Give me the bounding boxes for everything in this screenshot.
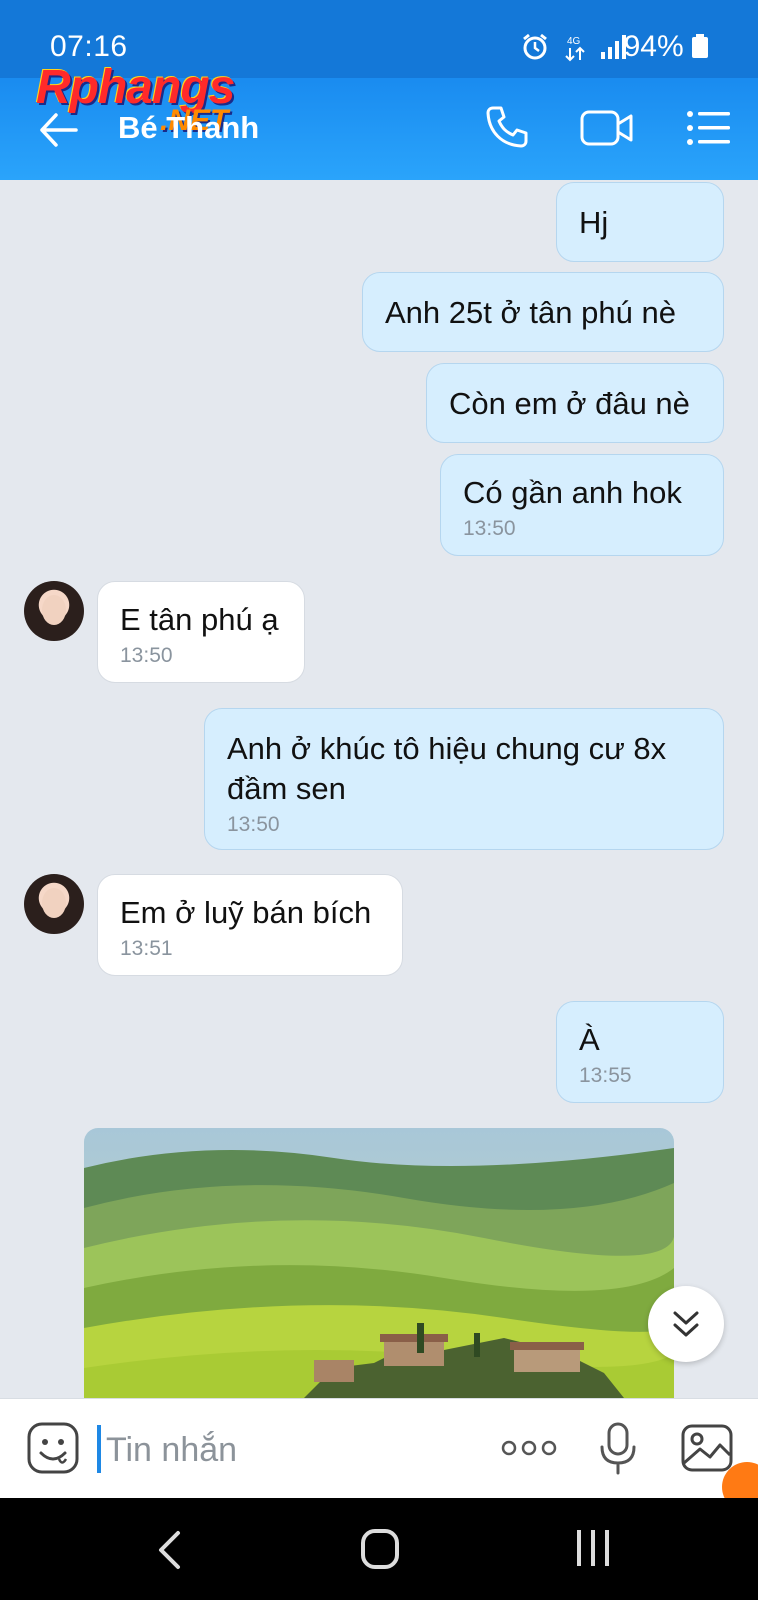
status-time: 07:16 — [50, 30, 128, 63]
contact-avatar[interactable] — [24, 581, 84, 641]
message-timestamp: 13:50 — [120, 644, 173, 667]
more-dots-icon[interactable] — [500, 1433, 558, 1463]
message-bubble-outgoing[interactable]: Còn em ở đâu nè — [426, 363, 724, 443]
video-call-icon[interactable] — [580, 108, 634, 148]
message-bubble-outgoing[interactable]: Hj — [556, 182, 724, 262]
status-icons: 4G — [520, 32, 626, 62]
chevron-double-down-icon — [673, 1311, 699, 1337]
message-text: À — [579, 1022, 600, 1057]
battery-percentage: 94% — [623, 30, 684, 63]
image-gallery-icon[interactable] — [680, 1423, 734, 1473]
data-transfer-icon: 4G — [565, 36, 585, 62]
emoji-icon[interactable] — [26, 1421, 80, 1475]
avatar-face — [42, 888, 66, 918]
message-composer — [0, 1398, 758, 1499]
nav-recents-icon[interactable] — [575, 1528, 611, 1568]
message-text: Anh ở khúc tô hiệu chung cư 8x đầm sen — [227, 731, 667, 806]
signal-icon — [601, 35, 626, 59]
system-navigation-bar — [0, 1498, 758, 1600]
battery-icon — [692, 34, 708, 58]
message-bubble-incoming[interactable]: E tân phú ạ 13:50 — [97, 581, 305, 683]
image-message[interactable] — [84, 1128, 674, 1398]
contact-name[interactable]: Bé Thanh — [118, 110, 259, 146]
message-timestamp: 13:50 — [227, 813, 280, 836]
battery-level: 94% — [624, 30, 708, 64]
text-cursor — [97, 1425, 101, 1473]
message-text: Anh 25t ở tân phú nè — [385, 295, 676, 330]
nav-home-icon[interactable] — [360, 1528, 400, 1570]
message-text: Có gần anh hok — [463, 475, 682, 510]
scroll-to-bottom-button[interactable] — [648, 1286, 724, 1362]
phone-icon[interactable] — [484, 104, 530, 150]
message-text: Còn em ở đâu nè — [449, 386, 690, 421]
nav-back-icon[interactable] — [156, 1530, 182, 1570]
menu-list-icon[interactable] — [686, 110, 730, 146]
landscape-photo — [84, 1128, 674, 1398]
alarm-icon — [523, 33, 547, 60]
message-bubble-outgoing[interactable]: Anh 25t ở tân phú nè — [362, 272, 724, 352]
avatar-face — [42, 595, 66, 625]
message-timestamp: 13:50 — [463, 517, 516, 540]
svg-text:4G: 4G — [567, 36, 581, 47]
message-bubble-outgoing[interactable]: À 13:55 — [556, 1001, 724, 1103]
message-input[interactable] — [104, 1421, 488, 1479]
message-bubble-outgoing[interactable]: Có gần anh hok 13:50 — [440, 454, 724, 556]
back-arrow-icon[interactable] — [38, 110, 78, 150]
contact-avatar[interactable] — [24, 874, 84, 934]
message-bubble-incoming[interactable]: Em ở luỹ bán bích 13:51 — [97, 874, 403, 976]
microphone-icon[interactable] — [598, 1421, 638, 1477]
message-timestamp: 13:51 — [120, 937, 173, 960]
message-bubble-outgoing[interactable]: Anh ở khúc tô hiệu chung cư 8x đầm sen 1… — [204, 708, 724, 850]
message-text: E tân phú ạ — [120, 602, 279, 637]
message-text: Hj — [579, 205, 609, 240]
chat-header: 07:16 4G 94% Rphangs .NET Bé Thanh — [0, 0, 758, 180]
message-text: Em ở luỹ bán bích — [120, 895, 372, 930]
message-timestamp: 13:55 — [579, 1064, 632, 1087]
